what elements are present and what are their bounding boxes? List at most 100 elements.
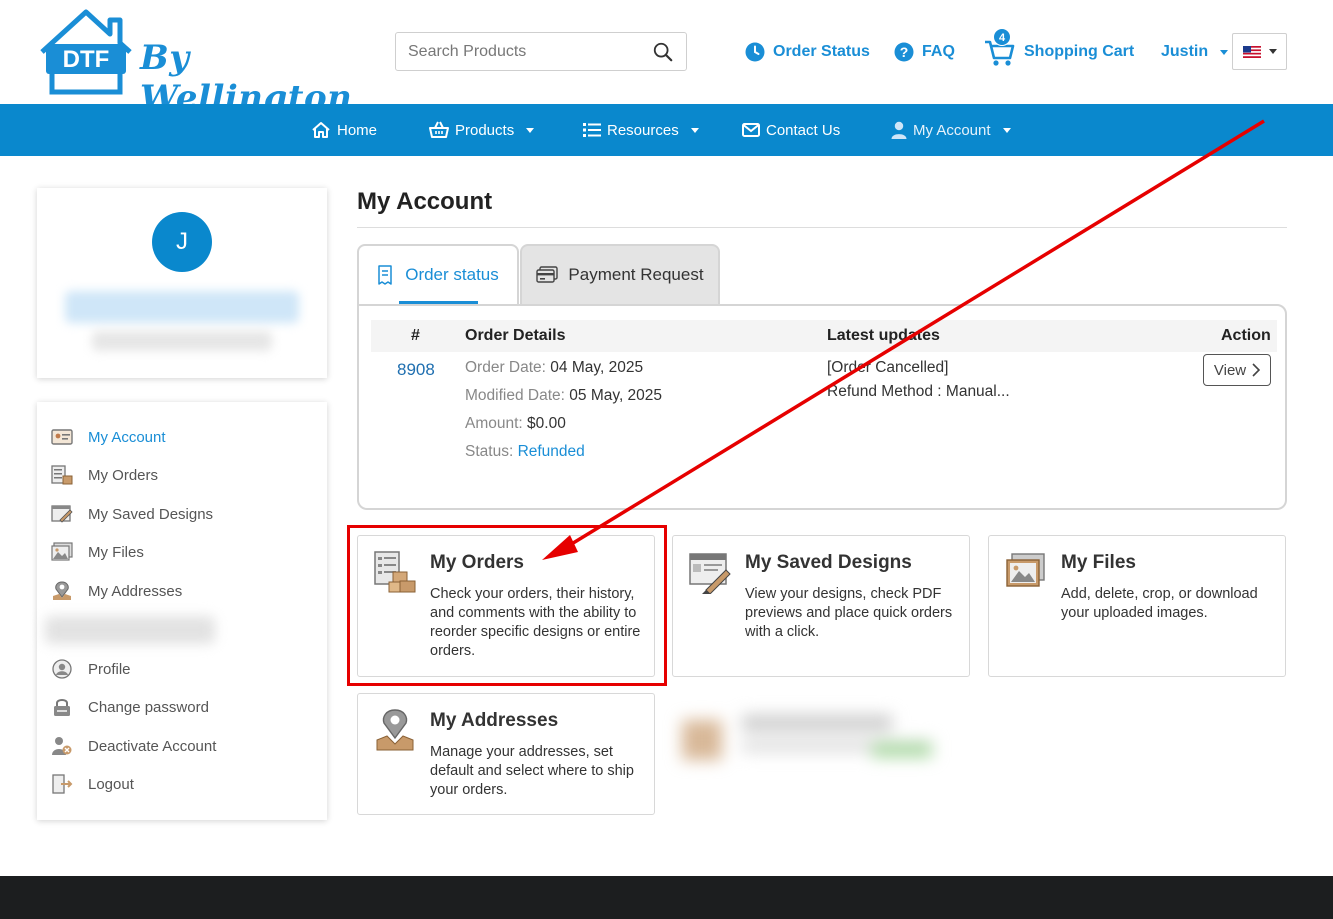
chevron-down-icon [1220,49,1229,55]
receipt-icon [378,265,392,285]
house-logo-icon: DTF [40,9,132,95]
us-flag-icon [1242,45,1261,58]
id-card-icon [51,429,73,445]
map-pin-icon [53,581,71,600]
sidebar-item-profile[interactable]: Profile [51,657,131,681]
sidebar-item-label: Deactivate Account [88,737,217,755]
status-badge: Refunded [517,443,585,460]
order-status: Status: Refunded [465,443,585,460]
image-icon [1006,553,1045,587]
nav-home[interactable]: Home [311,104,377,156]
sidebar-item-my-files[interactable]: My Files [51,540,144,564]
update-refund-method: Refund Method : Manual... [827,383,1010,400]
nav-contact-us-label: Contact Us [766,121,841,139]
shopping-cart-label: Shopping Cart [1024,43,1135,60]
credit-card-icon [536,266,559,283]
search-icon[interactable] [652,41,674,63]
order-status-label: Order Status [773,43,870,60]
nav-resources-label: Resources [607,121,679,139]
table-header: # Order Details Latest updates Action [371,320,1277,352]
design-icon [689,553,731,594]
column-header-order-details: Order Details [465,327,566,344]
page-title: My Account [357,188,493,215]
site-header: DTF By Wellington Order Status ? FAQ Sho… [0,0,1333,118]
highlight-box [347,525,667,686]
order-number-link[interactable]: 8908 [397,360,435,380]
card-my-files[interactable]: My Files Add, delete, crop, or download … [988,535,1286,677]
redacted-card [672,695,982,820]
divider [357,227,1287,228]
card-description: Manage your addresses, set default and s… [430,744,634,798]
profile-card: J [37,188,327,378]
search-input[interactable] [396,33,636,70]
svg-text:?: ? [900,44,909,60]
home-icon [312,122,330,138]
faq-link[interactable]: ? FAQ [894,40,955,64]
redacted-name [65,291,299,323]
language-selector[interactable] [1232,33,1287,70]
orders-icon [51,465,73,485]
card-my-saved-designs[interactable]: My Saved Designs View your designs, chec… [672,535,970,677]
card-my-addresses[interactable]: My Addresses Manage your addresses, set … [357,693,655,815]
order-status-link[interactable]: Order Status [745,40,870,64]
nav-my-account[interactable]: My Account [891,104,1011,156]
modified-date: Modified Date: 05 May, 2025 [465,387,663,404]
redacted-email [92,331,272,351]
tab-payment-request[interactable]: Payment Request [520,244,720,304]
list-icon [583,123,601,137]
nav-products-label: Products [455,121,515,139]
cart-count-badge: 4 [993,28,1011,46]
order-date: Order Date: 04 May, 2025 [465,359,644,376]
user-remove-icon [52,737,72,755]
logout-icon [52,774,73,794]
sidebar-item-logout[interactable]: Logout [51,772,134,796]
chevron-down-icon [1002,127,1011,133]
card-description: Add, delete, crop, or download your uplo… [1061,586,1258,621]
sidebar-item-label: My Account [88,428,166,446]
profile-icon [52,659,72,679]
view-order-button[interactable]: View [1203,354,1271,386]
chevron-down-icon [526,127,535,133]
nav-resources[interactable]: Resources [583,104,699,156]
view-button-label: View [1213,361,1247,379]
logo-mark: DTF [63,46,110,73]
site-logo[interactable]: DTF By Wellington [38,8,352,118]
nav-contact-us[interactable]: Contact Us [742,104,840,156]
avatar: J [152,212,212,272]
chevron-right-icon [1252,363,1261,377]
sidebar-item-my-account[interactable]: My Account [51,425,166,449]
tab-order-status[interactable]: Order status [357,244,519,304]
sidebar-item-label: Logout [88,775,134,793]
nav-my-account-label: My Account [913,121,991,139]
sidebar-item-change-password[interactable]: Change password [51,695,209,719]
sidebar-item-label: My Orders [88,466,159,484]
sidebar-item-my-orders[interactable]: My Orders [51,463,158,487]
redacted-menu-item [45,616,215,644]
tab-label: Payment Request [568,265,704,284]
order-status-panel: # Order Details Latest updates Action 89… [357,304,1287,510]
sidebar-item-label: My Saved Designs [88,505,214,523]
user-menu[interactable]: Justin [1161,40,1229,64]
design-icon [51,505,73,523]
user-name: Justin [1161,43,1209,60]
sidebar-item-label: Change password [88,698,209,716]
map-pin-icon [376,709,414,751]
nav-products[interactable]: Products [429,104,535,156]
sidebar-item-my-addresses[interactable]: My Addresses [51,579,182,603]
sidebar-item-deactivate-account[interactable]: Deactivate Account [51,734,216,758]
nav-home-label: Home [337,121,378,139]
chevron-down-icon [690,127,699,133]
card-title: My Files [1061,552,1136,573]
card-description: View your designs, check PDF previews an… [745,586,953,640]
column-header-action: Action [1221,327,1271,344]
card-title: My Saved Designs [745,552,912,573]
sidebar-item-my-saved-designs[interactable]: My Saved Designs [51,502,213,526]
image-icon [51,542,73,561]
lock-icon [54,699,70,716]
column-header-number: # [411,327,420,344]
tab-label: Order status [405,265,499,284]
sidebar-item-label: My Addresses [88,582,183,600]
faq-label: FAQ [922,43,955,60]
tab-underline [399,301,478,304]
column-header-latest-updates: Latest updates [827,327,940,344]
